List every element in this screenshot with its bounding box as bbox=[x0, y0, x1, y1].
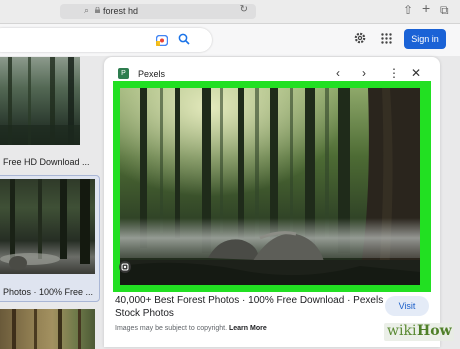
selected-result-thumbnail[interactable] bbox=[0, 179, 95, 274]
image-title[interactable]: 40,000+ Best Forest Photos · 100% Free D… bbox=[115, 294, 385, 320]
forest-thumbnail-image bbox=[12, 309, 81, 349]
visit-button[interactable]: Visit bbox=[385, 296, 429, 316]
learn-more-link[interactable]: Learn More bbox=[229, 325, 267, 332]
next-icon[interactable]: › bbox=[362, 66, 366, 80]
previous-icon[interactable]: ‹ bbox=[336, 66, 340, 80]
share-icon[interactable]: ⇧ bbox=[403, 3, 413, 17]
forest-thumbnail-image bbox=[0, 57, 80, 145]
search-icon[interactable] bbox=[178, 33, 190, 45]
new-tab-icon[interactable]: + bbox=[422, 1, 430, 15]
copyright-notice: Images may be subject to copyright. Lear… bbox=[115, 325, 267, 332]
result-thumbnail[interactable] bbox=[0, 309, 95, 349]
result-thumbnail[interactable] bbox=[0, 57, 80, 145]
apps-grid-icon[interactable] bbox=[381, 33, 392, 44]
result-caption[interactable]: Photos · 100% Free ... bbox=[3, 287, 93, 297]
lens-search-icon[interactable] bbox=[119, 261, 131, 273]
result-caption[interactable]: Free HD Download ... bbox=[3, 157, 90, 167]
pexels-favicon-icon: P bbox=[118, 68, 129, 79]
search-icon: ⌕ bbox=[84, 5, 90, 15]
more-options-icon[interactable]: ⋮ bbox=[388, 66, 400, 80]
gear-icon[interactable] bbox=[354, 32, 366, 44]
forest-thumbnail-image bbox=[0, 179, 90, 270]
close-icon[interactable]: ✕ bbox=[411, 66, 421, 80]
copyright-text: Images may be subject to copyright. bbox=[115, 325, 229, 332]
preview-image[interactable] bbox=[120, 88, 420, 285]
watermark-wiki: wiki bbox=[387, 323, 417, 339]
tab-overview-icon[interactable]: ⧉ bbox=[440, 3, 449, 17]
url-text: forest hd bbox=[103, 6, 139, 16]
watermark-how: How bbox=[417, 323, 452, 339]
browser-toolbar: ⌕ forest hd ↻ ⇧ + ⧉ bbox=[0, 0, 460, 24]
search-box[interactable] bbox=[0, 28, 212, 52]
source-name[interactable]: Pexels bbox=[138, 69, 165, 79]
address-bar[interactable]: ⌕ forest hd ↻ bbox=[60, 4, 256, 19]
lock-icon bbox=[95, 7, 100, 13]
wikihow-watermark: wiki How bbox=[384, 323, 454, 341]
reload-icon[interactable]: ↻ bbox=[240, 4, 248, 15]
sign-in-button[interactable]: Sign in bbox=[404, 29, 446, 49]
google-lens-icon[interactable] bbox=[156, 35, 168, 46]
